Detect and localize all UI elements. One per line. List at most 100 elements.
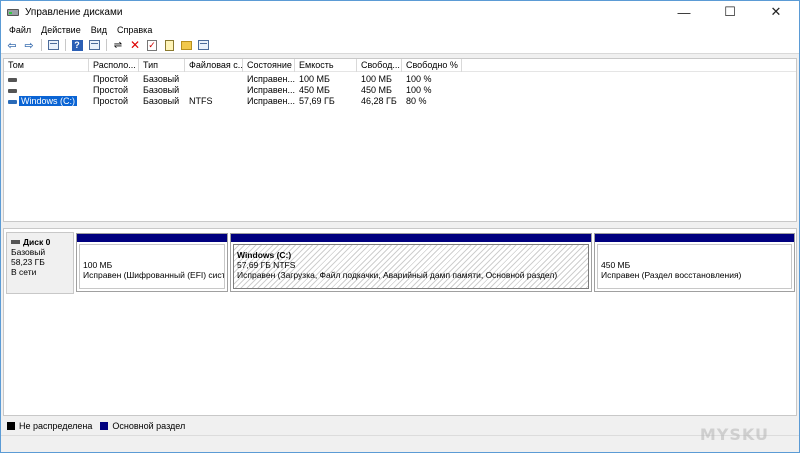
table-row[interactable]: Простой Базовый Исправен... 100 МБ 100 М… <box>4 74 796 85</box>
volume-list[interactable]: Том Располо... Тип Файловая с... Состоян… <box>3 58 797 222</box>
cell-capacity: 100 МБ <box>299 74 330 84</box>
status-bar <box>1 435 799 452</box>
table-row[interactable]: Простой Базовый Исправен... 450 МБ 450 М… <box>4 85 796 96</box>
open-icon[interactable] <box>179 38 193 52</box>
cell-layout: Простой <box>93 74 129 84</box>
volume-icon <box>8 77 17 82</box>
back-arrow-icon[interactable]: ⇦ <box>5 38 19 52</box>
console-tree-icon[interactable] <box>46 38 60 52</box>
cell-type: Базовый <box>143 96 180 106</box>
column-header-capacity[interactable]: Емкость <box>295 59 357 72</box>
delete-icon[interactable]: ✕ <box>128 38 142 52</box>
partition-title <box>601 250 788 260</box>
column-header-free[interactable]: Свобод... <box>357 59 402 72</box>
cell-capacity: 450 МБ <box>299 85 330 95</box>
cell-filesystem <box>185 85 243 96</box>
watermark: MYSKU <box>699 425 769 444</box>
cell-type: Базовый <box>143 74 180 84</box>
check-icon[interactable]: ✓ <box>145 38 159 52</box>
column-header-filesystem[interactable]: Файловая с... <box>185 59 243 72</box>
disk-name: Диск 0 <box>23 237 51 247</box>
window-controls: — ☐ ✕ <box>661 1 799 23</box>
disk-type: Базовый <box>11 247 46 257</box>
partition-size: 57,69 ГБ NTFS <box>237 260 296 270</box>
partition-bar <box>595 234 794 242</box>
cell-free-percent: 80 % <box>406 96 427 106</box>
partition-size: 450 МБ <box>601 260 631 270</box>
unallocated-swatch <box>7 422 15 430</box>
partition-efi[interactable]: 100 МБ Исправен (Шифрованный (EFI) систе… <box>76 233 228 292</box>
window-title: Управление дисками <box>25 6 123 18</box>
cell-status: Исправен... <box>247 74 295 84</box>
menu-action[interactable]: Действие <box>37 25 85 35</box>
partition-bar <box>77 234 227 242</box>
legend-primary: Основной раздел <box>100 421 185 431</box>
partition-title: Windows (C:) <box>237 250 292 260</box>
toolbar-separator <box>65 39 66 51</box>
close-button[interactable]: ✕ <box>753 1 799 23</box>
cell-volume <box>4 85 89 96</box>
volume-list-header: Том Располо... Тип Файловая с... Состоян… <box>4 59 796 72</box>
menu-bar: Файл Действие Вид Справка <box>1 23 799 37</box>
partition-body-selected: Windows (C:) 57,69 ГБ NTFS Исправен (Заг… <box>233 244 589 289</box>
partition-status: Исправен (Раздел восстановления) <box>601 270 742 280</box>
column-header-status[interactable]: Состояние <box>243 59 295 72</box>
selected-volume-name[interactable]: Windows (C:) <box>19 96 78 106</box>
disk-management-window: Управление дисками — ☐ ✕ Файл Действие В… <box>0 0 800 453</box>
cell-filesystem <box>185 74 243 85</box>
disk-size: 58,23 ГБ <box>11 257 45 267</box>
disk-0-label[interactable]: Диск 0 Базовый 58,23 ГБ В сети <box>6 232 74 294</box>
cell-free: 46,28 ГБ <box>361 96 397 106</box>
primary-swatch <box>100 422 109 430</box>
partition-body: 450 МБ Исправен (Раздел восстановления) <box>597 244 792 289</box>
menu-view[interactable]: Вид <box>87 25 111 35</box>
export-icon[interactable] <box>196 38 210 52</box>
disk-icon <box>11 240 20 244</box>
column-header-free-percent[interactable]: Свободно % <box>402 59 462 72</box>
cell-filesystem: NTFS <box>189 96 213 106</box>
maximize-button[interactable]: ☐ <box>707 1 753 23</box>
help-icon[interactable]: ? <box>70 38 84 52</box>
cell-status: Исправен... <box>247 85 295 95</box>
cell-free: 450 МБ <box>361 85 392 95</box>
column-header-type[interactable]: Тип <box>139 59 185 72</box>
cell-status: Исправен... <box>247 96 295 106</box>
disk-status: В сети <box>11 267 37 277</box>
partition-windows-c[interactable]: Windows (C:) 57,69 ГБ NTFS Исправен (Заг… <box>230 233 592 292</box>
partition-title <box>83 250 221 260</box>
partition-size: 100 МБ <box>83 260 113 270</box>
disk-management-app-icon <box>7 6 19 18</box>
partition-body: 100 МБ Исправен (Шифрованный (EFI) систе… <box>79 244 225 289</box>
cell-volume: Windows (C:) <box>4 96 89 107</box>
forward-arrow-icon[interactable]: ⇨ <box>22 38 36 52</box>
cell-layout: Простой <box>93 96 129 106</box>
menu-help[interactable]: Справка <box>113 25 156 35</box>
table-row[interactable]: Windows (C:) Простой Базовый NTFS Исправ… <box>4 96 796 107</box>
legend-unallocated: Не распределена <box>7 421 92 431</box>
connect-icon[interactable]: ⇌ <box>111 38 125 52</box>
cell-layout: Простой <box>93 85 129 95</box>
cell-volume <box>4 74 89 85</box>
cell-type: Базовый <box>143 85 180 95</box>
cell-free-percent: 100 % <box>406 74 432 84</box>
cell-free: 100 МБ <box>361 74 392 84</box>
new-icon[interactable] <box>162 38 176 52</box>
minimize-button[interactable]: — <box>661 1 707 23</box>
title-bar: Управление дисками — ☐ ✕ <box>1 1 799 23</box>
cell-free-percent: 100 % <box>406 85 432 95</box>
column-header-volume[interactable]: Том <box>4 59 89 72</box>
legend: Не распределена Основной раздел <box>3 419 797 433</box>
toolbar: ⇦ ⇨ ? ⇌ ✕ ✓ <box>1 37 799 54</box>
toolbar-separator <box>41 39 42 51</box>
column-header-layout[interactable]: Располо... <box>89 59 139 72</box>
cell-capacity: 57,69 ГБ <box>299 96 335 106</box>
toolbar-separator <box>106 39 107 51</box>
partition-recovery[interactable]: 450 МБ Исправен (Раздел восстановления) <box>594 233 795 292</box>
volume-icon <box>8 88 17 93</box>
disk-graphical-view[interactable]: Диск 0 Базовый 58,23 ГБ В сети 100 МБ Ис… <box>3 228 797 416</box>
volume-icon <box>8 99 17 104</box>
partition-bar <box>231 234 591 242</box>
menu-file[interactable]: Файл <box>5 25 35 35</box>
properties-icon[interactable] <box>87 38 101 52</box>
partition-status: Исправен (Загрузка, Файл подкачки, Авари… <box>237 270 558 280</box>
